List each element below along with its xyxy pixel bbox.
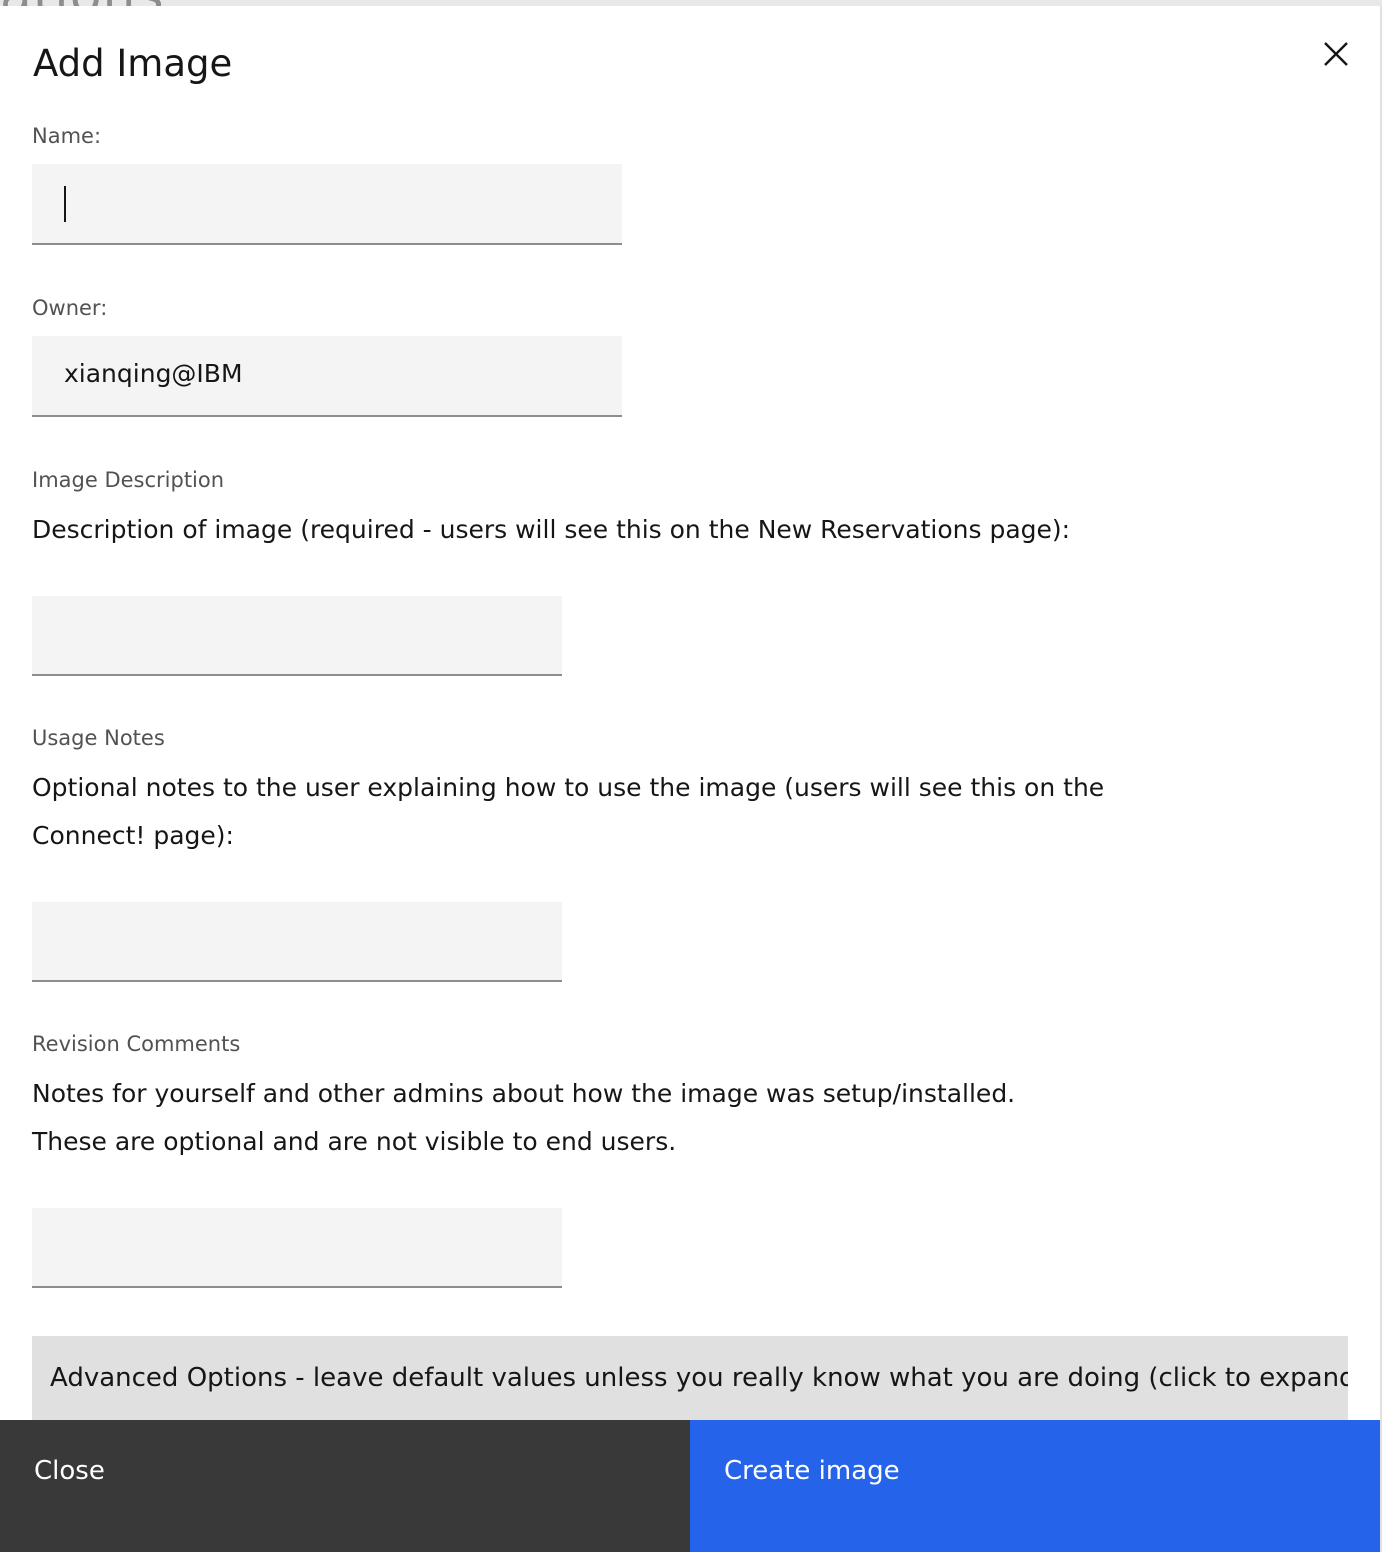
revision-comments-help-line1: Notes for yourself and other admins abou… xyxy=(32,1079,1016,1108)
modal-footer: Close Create image xyxy=(0,1420,1380,1552)
owner-label: Owner: xyxy=(32,296,108,320)
owner-value: xianqing@IBM xyxy=(64,359,243,388)
add-image-modal: Add Image Name: Owner: xianqing@IBM Imag… xyxy=(0,6,1382,1552)
image-description-label: Image Description xyxy=(32,468,225,492)
revision-comments-help-line2: These are optional and are not visible t… xyxy=(32,1127,677,1156)
advanced-options-toggle[interactable]: Advanced Options - leave default values … xyxy=(32,1336,1348,1420)
usage-notes-help-line1: Optional notes to the user explaining ho… xyxy=(32,773,1105,802)
name-label: Name: xyxy=(32,124,102,148)
owner-input[interactable]: xianqing@IBM xyxy=(32,336,622,417)
name-input[interactable] xyxy=(32,164,622,245)
image-description-input[interactable] xyxy=(32,596,562,676)
image-description-help: Description of image (required - users w… xyxy=(32,515,1071,544)
close-button[interactable]: Close xyxy=(0,1420,690,1552)
usage-notes-help-line2: Connect! page): xyxy=(32,821,234,850)
text-caret xyxy=(64,186,66,222)
modal-title: Add Image xyxy=(33,42,233,85)
usage-notes-input[interactable] xyxy=(32,902,562,982)
create-image-button[interactable]: Create image xyxy=(690,1420,1380,1552)
revision-comments-input[interactable] xyxy=(32,1208,562,1288)
revision-comments-label: Revision Comments xyxy=(32,1032,241,1056)
usage-notes-label: Usage Notes xyxy=(32,726,165,750)
close-icon[interactable] xyxy=(1316,34,1356,74)
